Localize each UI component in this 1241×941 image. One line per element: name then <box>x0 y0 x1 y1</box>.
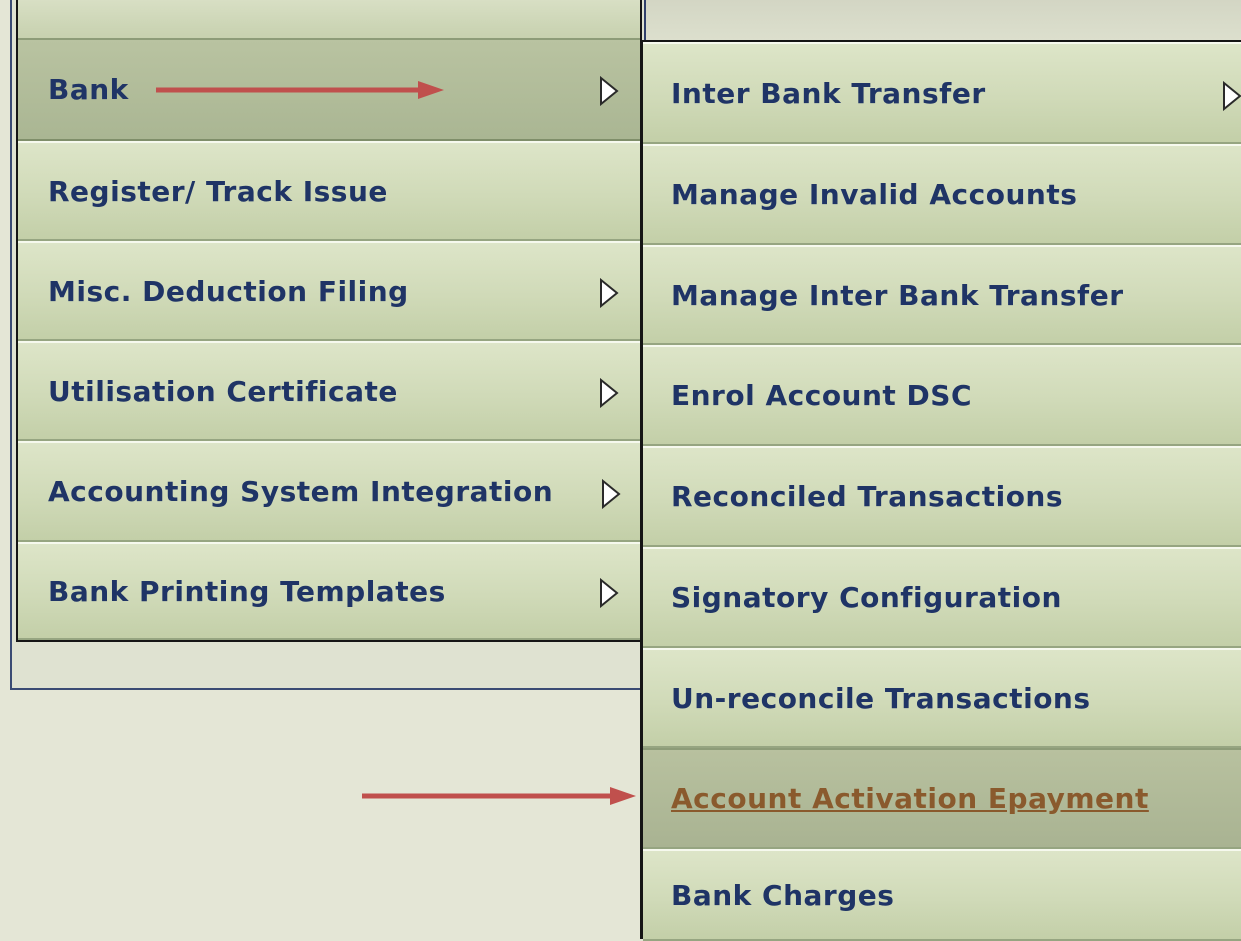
menu-item-register-track-issue[interactable]: Register/ Track Issue <box>18 141 640 241</box>
menu-item-label: Enrol Account DSC <box>671 379 973 412</box>
submenu-item-un-reconcile-transactions[interactable]: Un-reconcile Transactions <box>643 648 1241 748</box>
menu-item-label: Un-reconcile Transactions <box>671 681 1091 715</box>
menu-item-label: Bank Charges <box>671 878 895 912</box>
submenu-item-manage-inter-bank-transfer[interactable]: Manage Inter Bank Transfer <box>643 245 1241 345</box>
chevron-right-icon <box>598 76 620 106</box>
menu-item-label: Signatory Configuration <box>671 581 1062 614</box>
menu-item-utilisation-certificate[interactable]: Utilisation Certificate <box>18 341 640 441</box>
chevron-right-icon <box>1221 81 1241 111</box>
menu-item-label: Register/ Track Issue <box>48 174 388 208</box>
chevron-right-icon <box>598 278 620 308</box>
menu-item-label: Reconciled Transactions <box>671 480 1064 513</box>
submenu-item-bank-charges[interactable]: Bank Charges <box>643 849 1241 941</box>
menu-item-label: Manage Invalid Accounts <box>671 178 1078 211</box>
menu-item-label: Account Activation Epayment <box>671 782 1149 815</box>
menu-item-label: Accounting System Integration <box>48 475 554 508</box>
chevron-right-icon <box>600 479 622 509</box>
submenu-item-enrol-account-dsc[interactable]: Enrol Account DSC <box>643 345 1241 446</box>
annotation-arrow-icon <box>362 786 638 806</box>
submenu-item-reconciled-transactions[interactable]: Reconciled Transactions <box>643 446 1241 547</box>
submenu-item-signatory-configuration[interactable]: Signatory Configuration <box>643 547 1241 648</box>
submenu-item-manage-invalid-accounts[interactable]: Manage Invalid Accounts <box>643 144 1241 245</box>
menu-item-label: Utilisation Certificate <box>48 374 398 408</box>
background-panel <box>644 0 1241 40</box>
menu-item-label: Misc. Deduction Filing <box>48 274 409 308</box>
menu-item-misc-deduction-filing[interactable]: Misc. Deduction Filing <box>18 241 640 341</box>
menu-item-label: Manage Inter Bank Transfer <box>671 278 1124 312</box>
menu-item-label: Bank <box>48 73 129 106</box>
menu-item-bank-printing-templates[interactable]: Bank Printing Templates <box>18 542 640 640</box>
bank-submenu: Inter Bank Transfer Manage Invalid Accou… <box>640 40 1241 941</box>
annotation-arrow-icon <box>156 80 446 100</box>
chevron-right-icon <box>598 578 620 608</box>
menu-item-label: Inter Bank Transfer <box>671 76 986 110</box>
submenu-item-inter-bank-transfer[interactable]: Inter Bank Transfer <box>643 42 1241 144</box>
submenu-item-account-activation-epayment[interactable]: Account Activation Epayment <box>643 748 1241 849</box>
menu-item-accounting-system-integration[interactable]: Accounting System Integration <box>18 441 640 542</box>
menu-item-partial[interactable] <box>18 0 640 40</box>
menu-item-label: Bank Printing Templates <box>48 574 446 608</box>
chevron-right-icon <box>598 378 620 408</box>
